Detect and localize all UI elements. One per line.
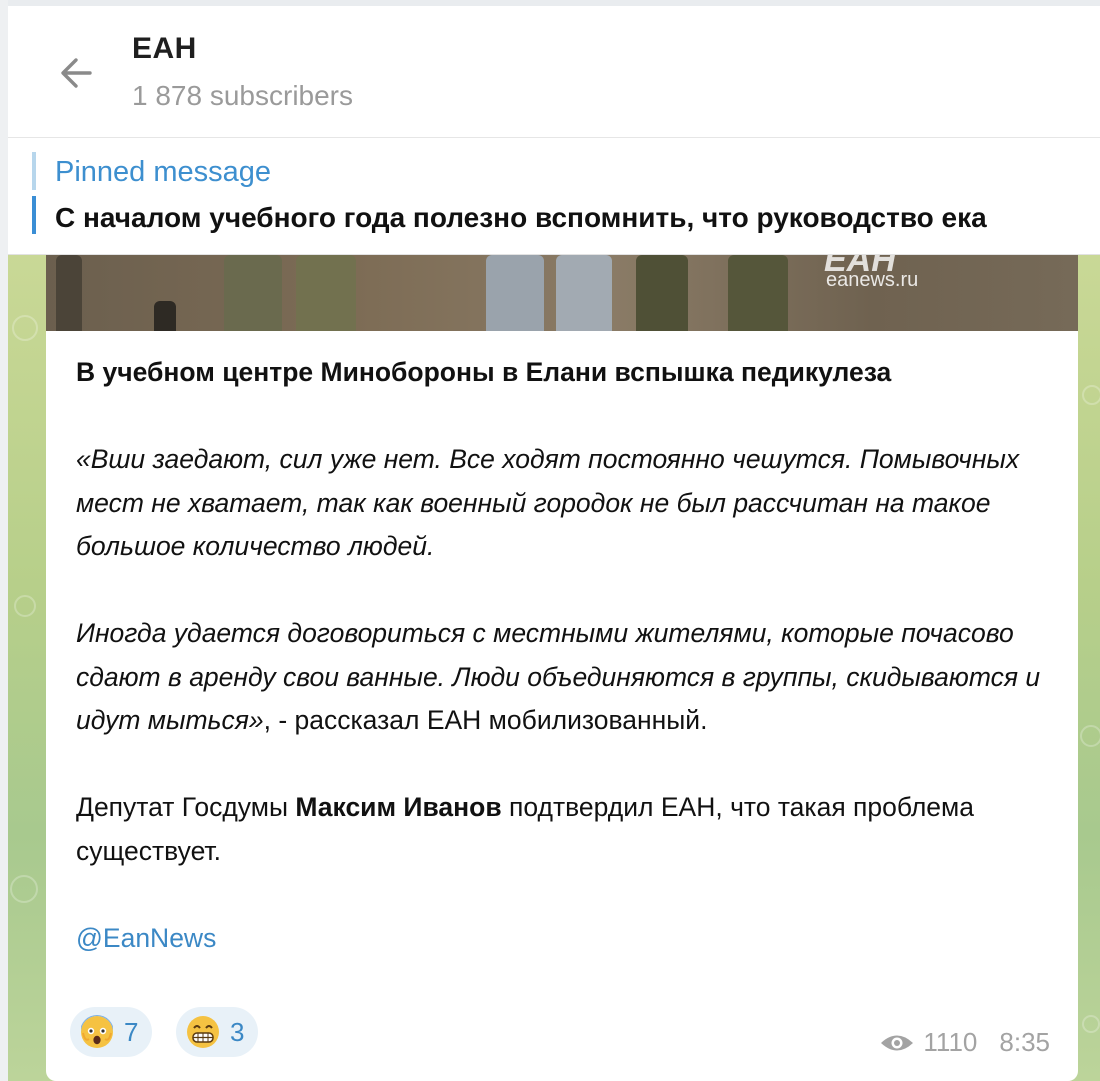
pinned-text: С началом учебного года полезно вспомнит…: [55, 202, 987, 233]
channel-link[interactable]: @EanNews: [76, 917, 1056, 961]
eye-icon: [881, 1035, 914, 1050]
left-panel-edge: [0, 0, 8, 1081]
back-button[interactable]: [52, 48, 102, 98]
reaction-grinning-count: 3: [230, 1016, 245, 1047]
p3-before: Депутат Госдумы: [76, 792, 296, 822]
channel-title[interactable]: ЕАН: [132, 32, 197, 66]
view-count: 1110: [923, 1027, 978, 1057]
photo-watermark-url: eanews.ru: [826, 269, 919, 291]
pinned-label: Pinned message: [55, 156, 272, 188]
subscriber-count: 1 878 subscribers: [132, 80, 354, 111]
message-quote-2-paragraph: Иногда удается договориться с местными ж…: [76, 612, 1056, 743]
message-quote-1: «Вши заедают, сил уже нет. Все ходят пос…: [76, 444, 1020, 561]
p3-name: Максим Иванов: [295, 792, 502, 822]
message-photo[interactable]: ЕАН eanews.ru: [46, 255, 1078, 331]
message-headline: В учебном центре Минобороны в Елани вспы…: [76, 357, 892, 387]
message-bubble[interactable]: ЕАН eanews.ru В учебном центре Миноборон…: [46, 255, 1078, 1081]
arrow-left-icon: [61, 58, 92, 88]
reaction-grinning[interactable]: 3: [176, 1007, 259, 1057]
chat-header: ЕАН 1 878 subscribers: [8, 6, 1100, 138]
grinning-face-icon: [187, 1016, 219, 1048]
message-paragraph-3: Депутат Госдумы Максим Иванов подтвердил…: [76, 786, 1056, 873]
reaction-shocked[interactable]: 7: [70, 1007, 153, 1057]
message-text: В учебном центре Минобороны в Елани вспы…: [76, 351, 1056, 960]
pinned-indicator-inactive: [32, 152, 36, 190]
message-meta: 1110 8:35: [879, 1027, 1050, 1058]
shocked-face-icon: [81, 1015, 113, 1048]
reaction-shocked-count: 7: [124, 1016, 139, 1047]
message-time: 8:35: [999, 1027, 1050, 1057]
pinned-message-bar[interactable]: Pinned message С началом учебного года п…: [8, 138, 1100, 255]
pinned-indicator-active: [32, 196, 36, 234]
message-quote-2-tail: , - рассказал ЕАН мобилизованный.: [263, 705, 708, 735]
chat-area: ЕАН eanews.ru В учебном центре Миноборон…: [8, 255, 1100, 1081]
